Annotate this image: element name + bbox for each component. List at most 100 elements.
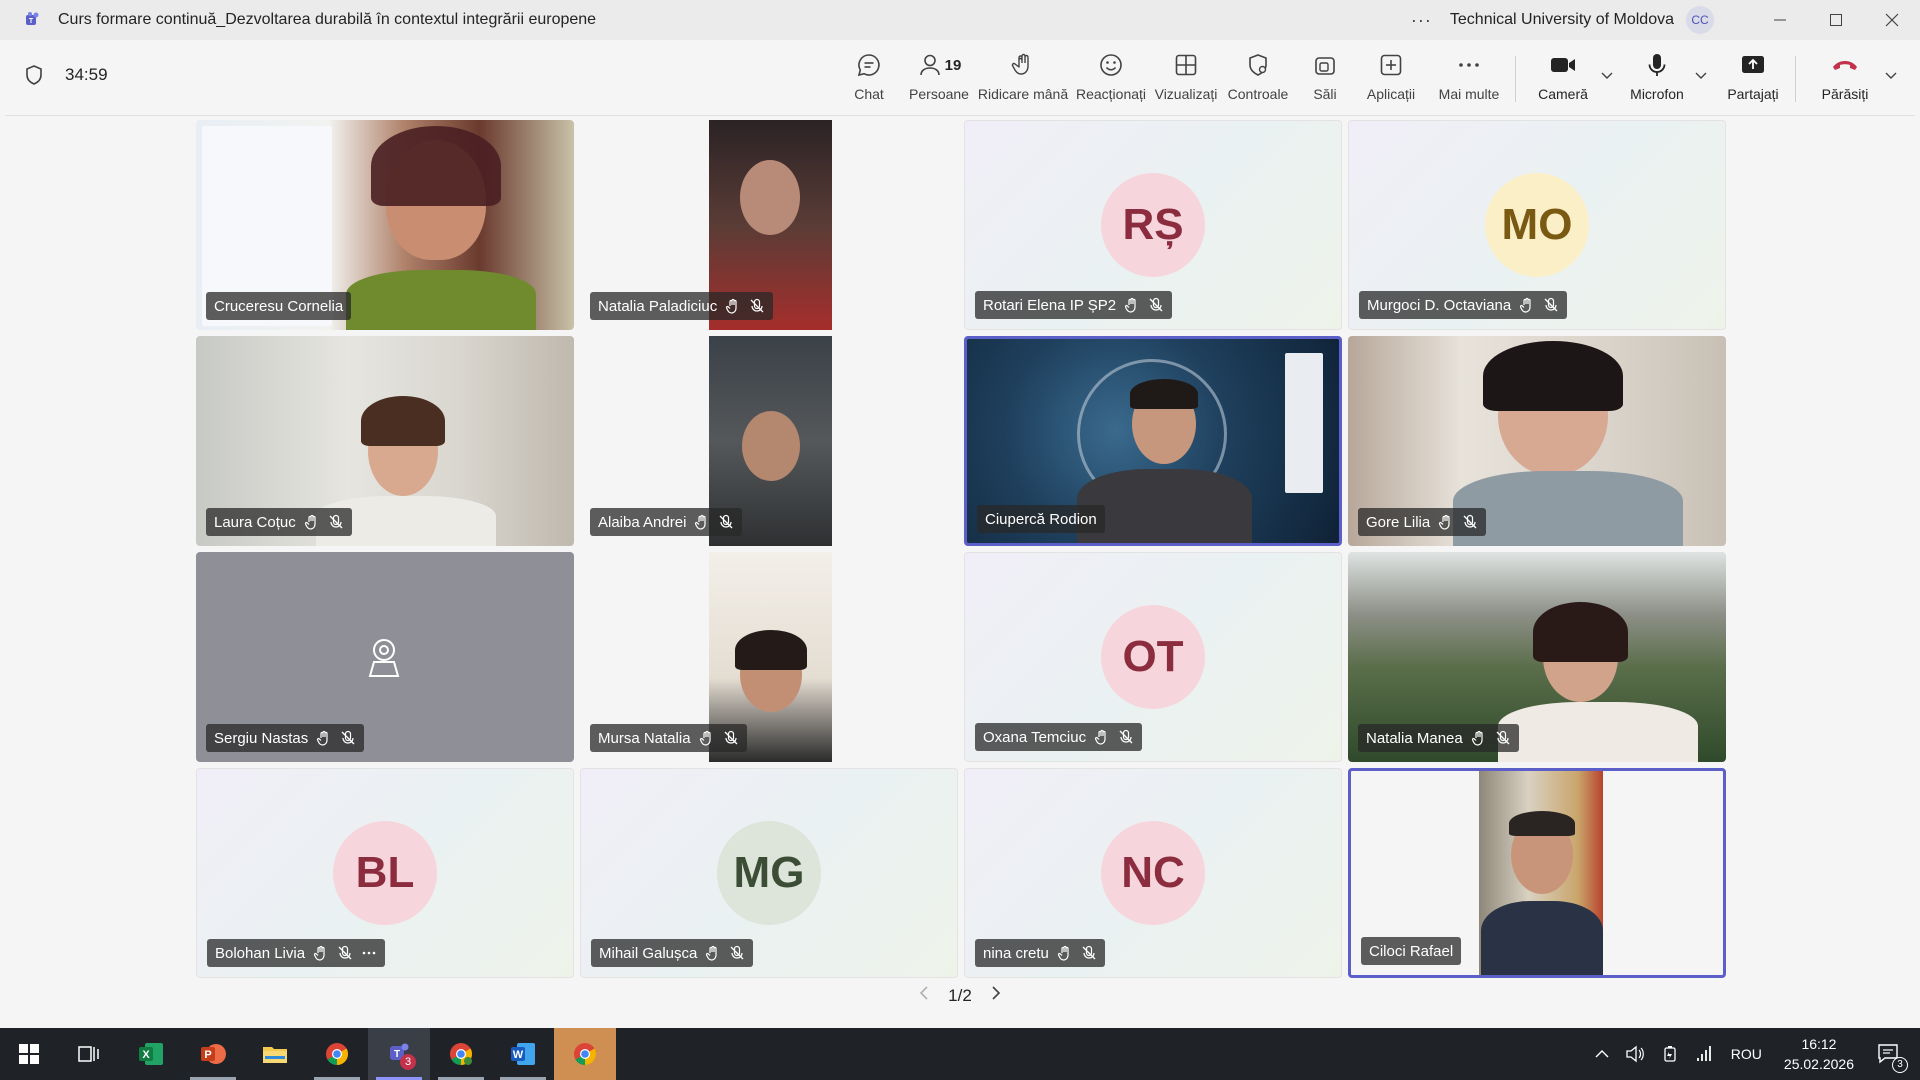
participant-avatar: OT (1101, 605, 1205, 709)
profile-avatar[interactable]: CC (1686, 6, 1714, 34)
start-button[interactable] (0, 1028, 58, 1080)
powerpoint-taskbar-button[interactable]: P (182, 1028, 244, 1080)
teams-icon: T (20, 9, 42, 31)
teams-taskbar-button[interactable]: T 3 (368, 1028, 430, 1080)
participant-tile[interactable]: Natalia Manea (1348, 552, 1726, 762)
people-count: 19 (944, 56, 962, 74)
participant-tile[interactable]: Sergiu Nastas (196, 552, 574, 762)
camera-options-chevron-icon[interactable] (1601, 70, 1613, 80)
file-explorer-taskbar-button[interactable] (244, 1028, 306, 1080)
share-button[interactable]: Partajați (1723, 50, 1783, 110)
person-shoulders (1481, 901, 1603, 975)
notification-center-button[interactable]: 3 (1876, 1042, 1908, 1073)
participant-tile[interactable]: Laura Coțuc (196, 336, 574, 546)
participant-tile[interactable]: Cruceresu Cornelia (196, 120, 574, 330)
person-hair (1533, 602, 1628, 662)
controls-button[interactable]: Controale (1225, 50, 1291, 110)
raise-hand-button[interactable]: Ridicare mână (975, 50, 1071, 110)
word-taskbar-button[interactable]: W (492, 1028, 554, 1080)
previous-page-icon[interactable] (918, 985, 930, 1006)
raised-hand-status-icon (304, 514, 316, 530)
hang-up-icon (1833, 61, 1857, 70)
chrome-taskbar-button[interactable] (306, 1028, 368, 1080)
microphone-button[interactable]: Microfon (1627, 50, 1687, 110)
person-hair (371, 126, 501, 206)
people-button[interactable]: 19 Persoane (905, 50, 973, 110)
shield-gear-icon (1249, 54, 1267, 76)
participant-tile[interactable]: NC nina cretu (964, 768, 1342, 978)
more-options-icon[interactable]: ··· (1411, 10, 1432, 31)
clock-time: 16:12 (1801, 1036, 1837, 1052)
mic-muted-icon (329, 514, 343, 529)
share-label: Partajați (1727, 86, 1779, 102)
participant-tile[interactable]: MO Murgoci D. Octaviana (1348, 120, 1726, 330)
raised-hand-status-icon (313, 945, 325, 961)
participant-name-label: Bolohan Livia (207, 939, 386, 967)
camera-button[interactable]: Cameră (1533, 50, 1593, 110)
participant-name-label: Laura Coțuc (206, 508, 352, 536)
volume-icon[interactable] (1625, 1045, 1645, 1063)
participant-tile[interactable]: BL Bolohan Livia (196, 768, 574, 978)
participant-tile[interactable]: Natalia Paladiciuc (580, 120, 958, 330)
participant-name: Ciupercă Rodion (985, 510, 1097, 528)
battery-icon[interactable] (1661, 1045, 1679, 1063)
chat-button[interactable]: Chat (843, 50, 895, 110)
svg-text:P: P (204, 1049, 211, 1061)
participant-name: Mihail Galușca (599, 944, 698, 962)
microphone-options-chevron-icon[interactable] (1695, 70, 1707, 80)
participant-name: Laura Coțuc (214, 513, 296, 531)
camera-label: Cameră (1538, 86, 1588, 102)
task-view-button[interactable] (58, 1028, 120, 1080)
view-button[interactable]: Vizualizați (1153, 50, 1219, 110)
network-icon[interactable] (1695, 1045, 1715, 1063)
chat-icon (857, 54, 880, 77)
rooms-icon (1315, 57, 1335, 75)
participant-tile[interactable]: OT Oxana Temciuc (964, 552, 1342, 762)
maximize-button[interactable] (1808, 0, 1864, 40)
participant-name: Cruceresu Cornelia (214, 297, 344, 315)
minimize-button[interactable] (1752, 0, 1808, 40)
raise-hand-label: Ridicare mână (977, 86, 1069, 102)
participant-tile[interactable]: RȘ Rotari Elena IP ȘP2 (964, 120, 1342, 330)
participant-tile[interactable]: Mursa Natalia (580, 552, 958, 762)
grid-view-icon (1175, 54, 1197, 76)
rooms-button[interactable]: Săli (1305, 50, 1345, 110)
clock[interactable]: 16:12 25.02.2026 (1784, 1034, 1854, 1074)
participant-name: nina cretu (983, 944, 1049, 962)
mic-muted-icon (1119, 729, 1133, 744)
camera-icon (1551, 58, 1575, 72)
add-app-icon (1380, 54, 1402, 76)
participant-tile-speaking[interactable]: Ciupercă Rodion (964, 336, 1342, 546)
participant-avatar: MO (1485, 173, 1589, 277)
react-button[interactable]: Reacționați (1073, 50, 1149, 110)
participant-name: Gore Lilia (1366, 513, 1431, 531)
leave-options-chevron-icon[interactable] (1885, 70, 1897, 80)
raised-hand-status-icon (1471, 730, 1483, 746)
more-actions-button[interactable]: Mai multe (1433, 50, 1505, 110)
participant-tile[interactable]: Alaiba Andrei (580, 336, 958, 546)
participant-tile-speaking[interactable]: Ciloci Rafael (1348, 768, 1726, 978)
input-language[interactable]: ROU (1731, 1046, 1762, 1062)
apps-button[interactable]: Aplicații (1361, 50, 1421, 110)
person-shoulders (1453, 471, 1683, 546)
participant-avatar: MG (717, 821, 821, 925)
chrome-active-taskbar-button[interactable] (554, 1028, 616, 1080)
powerpoint-icon: P (201, 1044, 226, 1064)
participant-tile[interactable]: Gore Lilia (1348, 336, 1726, 546)
participant-avatar: BL (333, 821, 437, 925)
more-options-icon[interactable] (361, 945, 377, 961)
excel-taskbar-button[interactable]: X (120, 1028, 182, 1080)
raised-hand-status-icon (1439, 514, 1450, 530)
participant-name-label: Cruceresu Cornelia (206, 292, 352, 320)
next-page-icon[interactable] (990, 985, 1002, 1006)
raised-hand-status-icon (699, 730, 711, 746)
leave-button[interactable]: Părăsiți (1815, 50, 1875, 110)
show-hidden-icons-icon[interactable] (1595, 1049, 1609, 1059)
person-hair (361, 396, 445, 446)
close-window-button[interactable] (1864, 0, 1920, 40)
participant-name-label: Sergiu Nastas (206, 724, 365, 752)
toolbar-divider (1515, 56, 1516, 102)
chrome-profile-taskbar-button[interactable] (430, 1028, 492, 1080)
participant-tile[interactable]: MG Mihail Galușca (580, 768, 958, 978)
excel-icon: X (139, 1043, 163, 1065)
